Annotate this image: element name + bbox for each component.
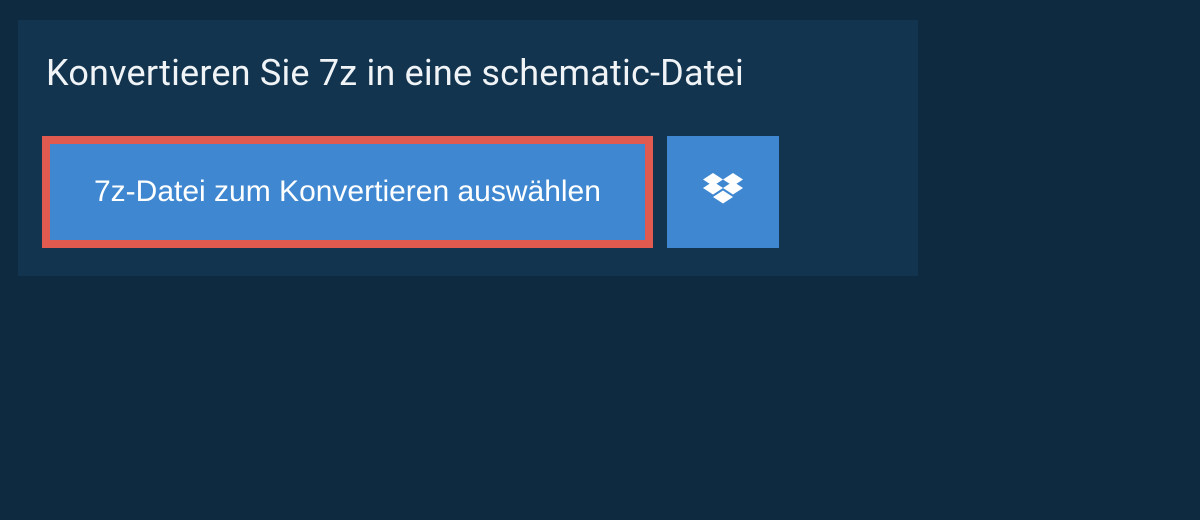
select-file-button[interactable]: 7z-Datei zum Konvertieren auswählen [50, 144, 645, 240]
highlight-frame: 7z-Datei zum Konvertieren auswählen [42, 136, 653, 248]
panel-header: Konvertieren Sie 7z in eine schematic-Da… [18, 20, 918, 122]
page-title: Konvertieren Sie 7z in eine schematic-Da… [46, 52, 890, 94]
dropbox-icon [703, 173, 743, 212]
actions-row: 7z-Datei zum Konvertieren auswählen [18, 122, 918, 276]
dropbox-button[interactable] [667, 136, 779, 248]
converter-panel: Konvertieren Sie 7z in eine schematic-Da… [18, 20, 918, 276]
select-file-label: 7z-Datei zum Konvertieren auswählen [94, 175, 601, 209]
